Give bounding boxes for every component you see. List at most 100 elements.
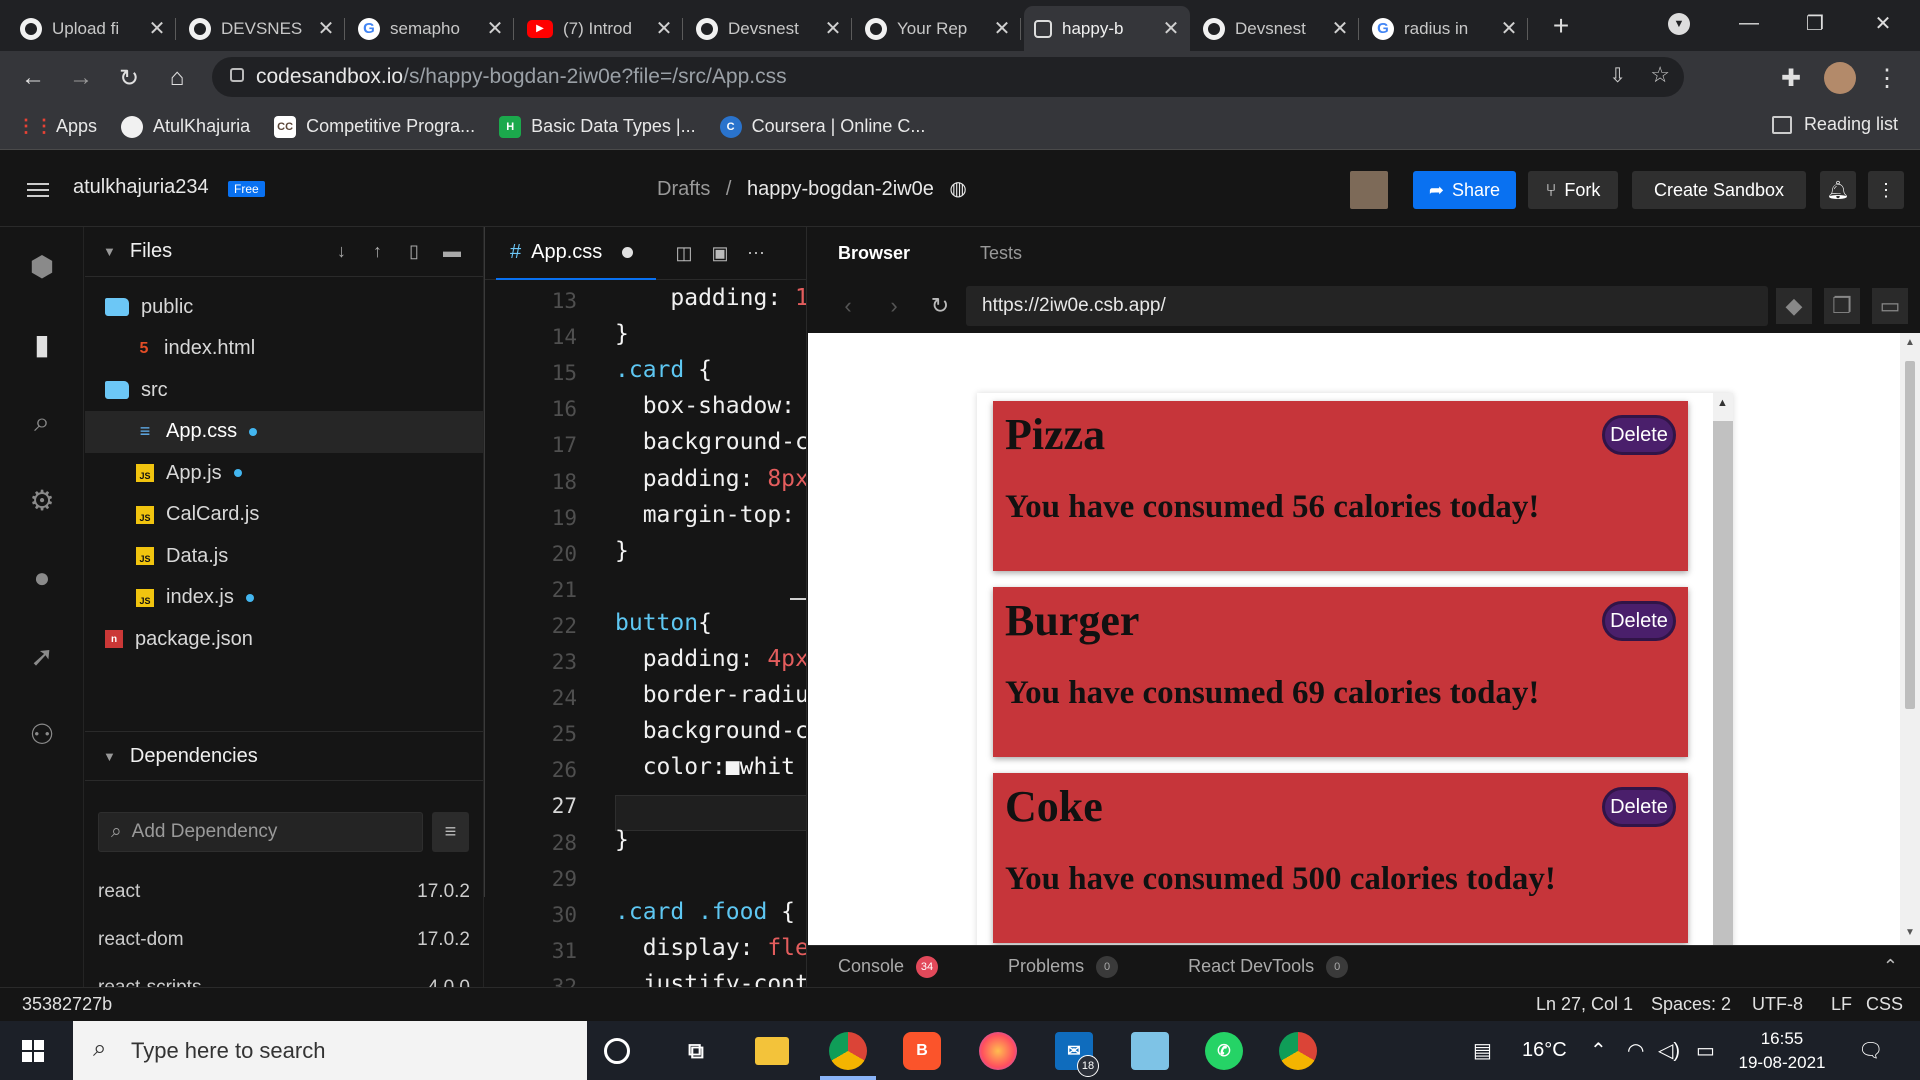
live-users-icon[interactable]: ⚇ bbox=[25, 717, 59, 751]
notepad-icon[interactable] bbox=[1131, 1032, 1169, 1070]
back-icon[interactable]: ← bbox=[16, 61, 50, 95]
share-button[interactable]: ➦ Share bbox=[1413, 171, 1516, 209]
file-tree-item[interactable]: public bbox=[85, 286, 483, 328]
react-devtools-tab[interactable]: React DevTools 0 bbox=[1188, 955, 1349, 978]
tab-close-icon[interactable]: ✕ bbox=[655, 16, 673, 41]
code-line[interactable]: margin-top: bbox=[615, 502, 806, 528]
toggle-devtools-icon[interactable]: ▭ bbox=[1872, 288, 1908, 324]
brave-icon[interactable]: B bbox=[903, 1032, 941, 1070]
file-explorer-icon[interactable] bbox=[755, 1037, 789, 1065]
expand-devtools-icon[interactable]: ⌃ bbox=[1883, 956, 1898, 977]
add-dependency-input[interactable]: ⌕ Add Dependency bbox=[98, 812, 423, 852]
code-line[interactable]: } bbox=[615, 538, 629, 564]
tab-close-icon[interactable]: ✕ bbox=[486, 16, 504, 41]
chrome-menu-icon[interactable]: ⋮ bbox=[1870, 61, 1904, 95]
browser-tab[interactable]: Devsnest ✕ bbox=[686, 6, 852, 51]
privacy-globe-icon[interactable]: ◍ bbox=[949, 178, 966, 200]
file-tree-item[interactable]: ≡ App.css bbox=[85, 410, 483, 453]
delete-button[interactable]: Delete bbox=[1602, 601, 1676, 641]
browser-tab[interactable]: happy-b ✕ bbox=[1024, 6, 1190, 51]
username[interactable]: atulkhajuria234 bbox=[73, 176, 209, 199]
indentation[interactable]: Spaces: 2 bbox=[1651, 994, 1731, 1015]
battery-icon[interactable]: ▭ bbox=[1696, 1021, 1715, 1080]
more-options-icon[interactable]: ⋮ bbox=[1868, 171, 1904, 209]
language-mode[interactable]: CSS bbox=[1866, 994, 1903, 1015]
split-view-icon[interactable]: ◫ bbox=[671, 241, 697, 265]
code-line[interactable]: display: fle bbox=[615, 935, 806, 961]
reading-list-button[interactable]: Reading list bbox=[1771, 114, 1898, 135]
file-tree-item[interactable]: JS index.js bbox=[85, 577, 483, 619]
browser-tab[interactable]: ▶ (7) Introd ✕ bbox=[517, 6, 683, 51]
preview-url-input[interactable]: https://2iw0e.csb.app/ bbox=[966, 286, 1768, 326]
dependencies-section-header[interactable]: ▼ Dependencies bbox=[85, 731, 483, 781]
tab-close-icon[interactable]: ✕ bbox=[1331, 16, 1349, 41]
browser-tab[interactable]: Gsemapho ✕ bbox=[348, 6, 514, 51]
install-app-icon[interactable]: ⇩ bbox=[1609, 63, 1626, 88]
new-tab-button[interactable]: + bbox=[1543, 8, 1579, 44]
more-actions-icon[interactable]: ⋯ bbox=[743, 241, 769, 265]
dependency-item[interactable]: react-scripts 4.0.0 bbox=[98, 968, 470, 987]
code-line[interactable]: .card .food { bbox=[615, 899, 795, 925]
hamburger-menu-icon[interactable] bbox=[27, 183, 49, 197]
tab-close-icon[interactable]: ✕ bbox=[1162, 16, 1180, 41]
file-tree-item[interactable]: JS CalCard.js bbox=[85, 494, 483, 536]
profile-avatar[interactable] bbox=[1824, 62, 1856, 94]
code-line[interactable]: } bbox=[615, 827, 629, 853]
open-new-window-icon[interactable]: ❐ bbox=[1824, 288, 1860, 324]
chrome-profile-icon[interactable] bbox=[1279, 1032, 1317, 1070]
code-line[interactable]: padding: 8px bbox=[615, 466, 806, 492]
line-ending[interactable]: LF bbox=[1831, 994, 1852, 1015]
user-avatar[interactable] bbox=[1350, 171, 1388, 209]
unsaved-dot-icon[interactable] bbox=[622, 247, 634, 258]
preview-window-icon[interactable]: ▣ bbox=[707, 241, 733, 265]
file-tree-item[interactable]: JS App.js bbox=[85, 452, 483, 494]
app-scrollbar[interactable]: ▲ bbox=[1713, 393, 1733, 945]
code-line[interactable]: justify-cont bbox=[615, 971, 806, 987]
tab-tests[interactable]: Tests bbox=[980, 243, 1022, 264]
browser-tab[interactable]: DEVSNES ✕ bbox=[179, 6, 345, 51]
clock[interactable]: 16:55 19-08-2021 bbox=[1730, 1027, 1834, 1075]
volume-icon[interactable]: ◁) bbox=[1658, 1021, 1680, 1080]
page-scrollbar-thumb[interactable] bbox=[1905, 361, 1915, 709]
restore-icon[interactable]: ❐ bbox=[1782, 0, 1848, 46]
tab-app-css[interactable]: # App.css bbox=[496, 227, 656, 280]
tab-close-icon[interactable]: ✕ bbox=[1500, 16, 1518, 41]
dependency-item[interactable]: react-dom 17.0.2 bbox=[98, 920, 470, 960]
file-tree-item[interactable]: 5 index.html bbox=[85, 328, 483, 370]
code-line[interactable]: padding: 4px bbox=[615, 646, 806, 672]
firefox-icon[interactable] bbox=[979, 1032, 1017, 1070]
fork-button[interactable]: ⑂ Fork bbox=[1528, 171, 1618, 209]
app-scrollbar-thumb[interactable] bbox=[1713, 421, 1733, 945]
problems-tab[interactable]: Problems 0 bbox=[1008, 955, 1119, 978]
tab-close-icon[interactable]: ✕ bbox=[317, 16, 335, 41]
code-line[interactable]: background-c bbox=[615, 718, 806, 744]
search-icon[interactable]: ⌕ bbox=[25, 405, 59, 439]
bookmark-item[interactable]: AtulKhajuria bbox=[121, 115, 250, 138]
address-bar[interactable]: codesandbox.io/s/happy-bogdan-2iw0e?file… bbox=[212, 57, 1684, 97]
windows-start-icon[interactable] bbox=[22, 1040, 44, 1062]
taskbar-search-input[interactable]: ⌕ Type here to search bbox=[73, 1021, 587, 1080]
whatsapp-icon[interactable]: ✆ bbox=[1205, 1032, 1243, 1070]
temperature[interactable]: 16°C bbox=[1522, 1021, 1567, 1080]
close-window-icon[interactable]: ✕ bbox=[1850, 0, 1916, 46]
page-scrollbar[interactable]: ▲ ▼ bbox=[1900, 333, 1920, 945]
sandbox-name[interactable]: happy-bogdan-2iw0e bbox=[747, 178, 934, 200]
preview-forward-icon[interactable]: › bbox=[876, 288, 912, 324]
bookmark-item[interactable]: H Basic Data Types |... bbox=[499, 115, 696, 138]
download-icon[interactable]: ↓ bbox=[337, 241, 346, 262]
tab-browser[interactable]: Browser bbox=[838, 243, 910, 264]
notifications-bell-icon[interactable]: 🔔︎ bbox=[1820, 171, 1856, 209]
files-section-header[interactable]: ▼ Files ↓ ↑ ▯ ▬ bbox=[85, 227, 483, 277]
responsive-mode-icon[interactable]: ◆ bbox=[1776, 288, 1812, 324]
new-file-icon[interactable]: ▯ bbox=[409, 241, 419, 262]
browser-tab[interactable]: Devsnest ✕ bbox=[1193, 6, 1359, 51]
code-line[interactable]: box-shadow: bbox=[615, 393, 806, 419]
tab-close-icon[interactable]: ✕ bbox=[993, 16, 1011, 41]
tab-close-icon[interactable]: ✕ bbox=[824, 16, 842, 41]
github-icon[interactable]: ● bbox=[25, 561, 59, 595]
notifications-icon[interactable]: 🗨︎ bbox=[1858, 1021, 1883, 1080]
home-icon[interactable]: ⌂ bbox=[160, 61, 194, 95]
bookmark-item[interactable]: C Coursera | Online C... bbox=[719, 115, 925, 138]
code-line[interactable]: color:■whit bbox=[615, 754, 795, 780]
dependency-menu-icon[interactable]: ≡ bbox=[432, 812, 469, 852]
